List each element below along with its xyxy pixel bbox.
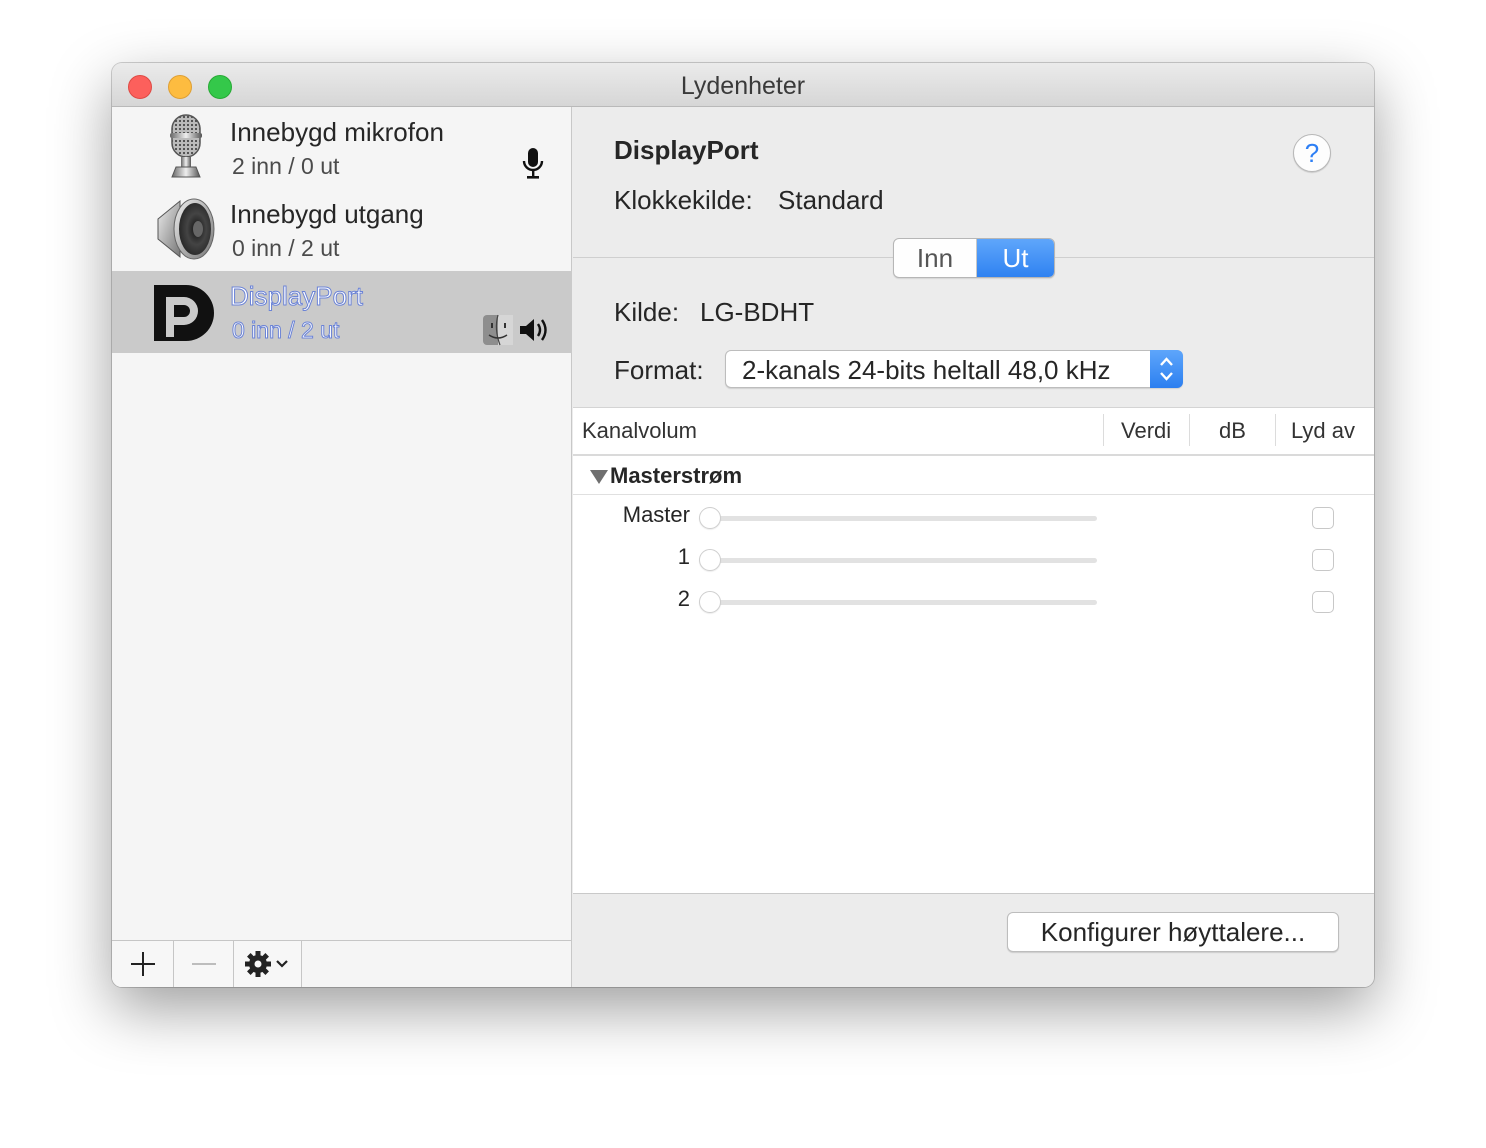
device-list: Innebygd mikrofon 2 inn / 0 ut Innebygd … (112, 107, 572, 987)
format-stepper[interactable] (1150, 350, 1183, 388)
device-item-built-in-output[interactable]: Innebygd utgang 0 inn / 2 ut (112, 189, 572, 271)
device-io: 0 inn / 2 ut (232, 235, 340, 261)
gear-icon (244, 951, 288, 977)
column-header-channel[interactable]: Kanalvolum (582, 418, 697, 444)
volume-slider-knob[interactable] (699, 591, 721, 613)
title-bar: Lydenheter (112, 63, 1374, 107)
device-name: DisplayPort (230, 281, 364, 312)
channel-label: 1 (677, 544, 690, 569)
microphone-icon (170, 114, 202, 178)
mute-checkbox[interactable] (1312, 591, 1334, 613)
finder-icon (483, 314, 513, 346)
clock-source-value[interactable]: Standard (778, 185, 884, 216)
mute-checkbox[interactable] (1312, 549, 1334, 571)
tab-output[interactable]: Ut (977, 239, 1054, 277)
table-row: Master (573, 496, 1374, 538)
tab-input[interactable]: Inn (894, 239, 977, 277)
format-value: 2-kanals 24-bits heltall 48,0 kHz (742, 355, 1111, 385)
volume-slider-knob[interactable] (699, 507, 721, 529)
format-select[interactable]: 2-kanals 24-bits heltall 48,0 kHz (725, 350, 1183, 388)
device-name: Innebygd utgang (230, 199, 424, 229)
volume-slider[interactable] (709, 516, 1097, 521)
source-value: LG-BDHT (700, 297, 815, 327)
speaker-icon (157, 198, 215, 260)
minus-icon (191, 963, 216, 965)
displayport-icon (154, 285, 214, 341)
help-button[interactable]: ? (1293, 134, 1331, 172)
detail-footer: Konfigurer høyttalere... (573, 893, 1374, 987)
channel-volume-table: Kanalvolum Verdi dB Lyd av Masterstrøm M… (573, 407, 1374, 893)
table-header: Kanalvolum Verdi dB Lyd av (573, 408, 1374, 456)
device-io: 2 inn / 0 ut (232, 153, 340, 179)
direction-segmented-control: Inn Ut (893, 238, 1055, 278)
device-detail-pane: DisplayPort ? Klokkekilde: Standard Inn … (573, 107, 1374, 987)
table-row: 1 (573, 538, 1374, 580)
device-item-displayport[interactable]: DisplayPort 0 inn / 2 ut (112, 271, 572, 353)
volume-slider[interactable] (709, 558, 1097, 563)
device-item-built-in-microphone[interactable]: Innebygd mikrofon 2 inn / 0 ut (112, 107, 572, 189)
column-divider (1275, 414, 1276, 446)
device-name: Innebygd mikrofon (230, 117, 444, 147)
mute-checkbox[interactable] (1312, 507, 1334, 529)
clock-source-label: Klokkekilde: (614, 185, 753, 215)
volume-slider-knob[interactable] (699, 549, 721, 571)
group-label: Masterstrøm (610, 463, 743, 488)
chevron-up-down-icon (1160, 357, 1173, 381)
audio-midi-window: Lydenheter Innebygd mikrofon 2 inn / 0 u… (112, 63, 1374, 987)
window-title: Lydenheter (680, 72, 806, 100)
column-divider (1103, 414, 1104, 446)
table-row: 2 (573, 580, 1374, 622)
column-header-mute[interactable]: Lyd av (1291, 418, 1355, 444)
add-device-button[interactable] (112, 941, 174, 987)
action-menu-button[interactable] (234, 941, 302, 987)
microphone-badge-icon (522, 148, 544, 179)
speaker-volume-icon (520, 319, 547, 341)
channel-label: 2 (677, 586, 690, 611)
device-io: 0 inn / 2 ut (231, 317, 340, 344)
device-title: DisplayPort (614, 135, 759, 165)
remove-device-button[interactable] (174, 941, 234, 987)
device-list-toolbar (112, 940, 571, 987)
format-label: Format: (614, 355, 704, 385)
channel-label: Master (622, 502, 690, 527)
disclosure-triangle-icon[interactable] (590, 470, 608, 484)
source-label: Kilde: (614, 297, 680, 327)
column-divider (1189, 414, 1190, 446)
volume-slider[interactable] (709, 600, 1097, 605)
configure-speakers-button[interactable]: Konfigurer høyttalere... (1007, 912, 1339, 952)
plus-icon (130, 952, 155, 976)
stream-group-row[interactable]: Masterstrøm (573, 456, 1374, 495)
column-header-db[interactable]: dB (1219, 418, 1246, 444)
column-header-value[interactable]: Verdi (1121, 418, 1171, 444)
